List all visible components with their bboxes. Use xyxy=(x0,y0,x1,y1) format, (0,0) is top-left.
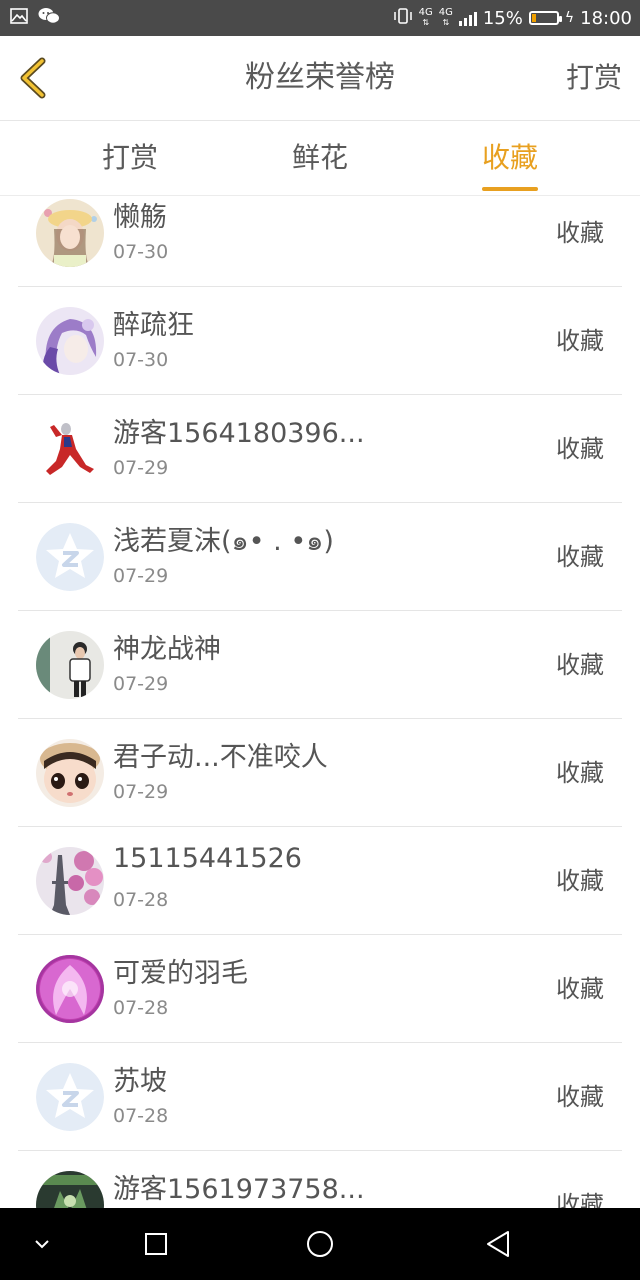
ultraman-avatar xyxy=(36,415,104,483)
page-title: 粉丝荣誉榜 xyxy=(245,60,395,95)
action-type: 收藏 xyxy=(556,543,604,571)
battery-percent: 15% xyxy=(482,7,523,29)
list-item[interactable]: 苏坡 07-28 收藏 xyxy=(0,1043,640,1151)
back-triangle-icon xyxy=(487,1231,509,1257)
fan-date: 07-29 xyxy=(113,781,169,803)
charging-icon: ϟ xyxy=(564,10,575,26)
action-type: 收藏 xyxy=(556,1083,604,1111)
fan-date: 07-30 xyxy=(113,349,169,371)
fan-name: 15115441526 xyxy=(113,843,302,874)
fan-name: 游客1564180396... xyxy=(113,418,365,449)
fan-name: 可爱的羽毛 xyxy=(113,958,248,989)
fan-date: 07-30 xyxy=(113,241,169,263)
tab-flowers[interactable]: 鲜花 xyxy=(250,121,390,195)
reward-button[interactable]: 打赏 xyxy=(566,36,622,120)
clock: 18:00 xyxy=(580,7,632,29)
tab-favorites-label: 收藏 xyxy=(481,141,538,174)
action-type: 收藏 xyxy=(556,435,604,463)
game-poster-avatar xyxy=(36,1171,104,1208)
wechat-icon xyxy=(38,7,60,29)
fan-name: 懒觞 xyxy=(113,202,167,233)
action-type: 收藏 xyxy=(556,327,604,355)
default-qq-avatar xyxy=(36,523,104,591)
fan-date: 07-28 xyxy=(113,889,169,911)
fan-date: 07-29 xyxy=(113,457,169,479)
status-bar: 4G ⇅ 4G ⇅ 15% ϟ 18:00 xyxy=(0,0,640,36)
recent-apps-icon xyxy=(145,1233,167,1255)
avatar[interactable] xyxy=(36,955,104,1023)
default-qq-avatar xyxy=(36,1063,104,1131)
tab-bar: 打赏 鲜花 收藏 xyxy=(0,121,640,196)
doll-face-avatar xyxy=(36,739,104,807)
fan-name: 君子动...不准咬人 xyxy=(113,742,328,773)
fan-name: 浅若夏沫(๑• . •๑) xyxy=(113,526,334,557)
action-type: 收藏 xyxy=(556,975,604,1003)
active-tab-indicator xyxy=(482,187,538,191)
list-item[interactable]: 懒觞 07-30 收藏 xyxy=(0,196,640,287)
battery-icon xyxy=(528,11,562,25)
boy-photo-avatar xyxy=(36,631,104,699)
home-button[interactable] xyxy=(296,1220,344,1268)
chevron-down-icon xyxy=(35,1240,49,1249)
action-type: 收藏 xyxy=(556,1191,604,1208)
action-type: 收藏 xyxy=(556,651,604,679)
fan-name: 游客1561973758... xyxy=(113,1174,365,1205)
list-item[interactable]: 游客1561973758... 收藏 xyxy=(0,1151,640,1208)
eiffel-blossom-avatar xyxy=(36,847,104,915)
list-item[interactable]: 15115441526 07-28 收藏 xyxy=(0,827,640,935)
signal-icon xyxy=(458,10,477,26)
avatar[interactable] xyxy=(36,199,104,267)
avatar[interactable] xyxy=(36,1063,104,1131)
fan-list[interactable]: 懒觞 07-30 收藏 醉疏狂 07-30 收藏 游客1564180396...… xyxy=(0,196,640,1208)
list-item[interactable]: 游客1564180396... 07-29 收藏 xyxy=(0,395,640,503)
list-item[interactable]: 神龙战神 07-29 收藏 xyxy=(0,611,640,719)
home-icon xyxy=(307,1231,333,1257)
avatar[interactable] xyxy=(36,739,104,807)
pink-feather-avatar xyxy=(36,955,104,1023)
action-type: 收藏 xyxy=(556,759,604,787)
fan-date: 07-29 xyxy=(113,565,169,587)
vibrate-icon xyxy=(393,7,413,30)
avatar[interactable] xyxy=(36,847,104,915)
recent-apps-button[interactable] xyxy=(132,1220,180,1268)
hide-nav-button[interactable] xyxy=(18,1220,66,1268)
system-nav-bar xyxy=(0,1208,640,1280)
action-type: 收藏 xyxy=(556,219,604,247)
tab-reward[interactable]: 打赏 xyxy=(60,121,200,195)
network-type: 4G ⇅ xyxy=(418,7,433,28)
list-item[interactable]: 君子动...不准咬人 07-29 收藏 xyxy=(0,719,640,827)
chevron-left-icon xyxy=(20,57,46,99)
app-header: 粉丝荣誉榜 打赏 xyxy=(0,36,640,121)
tab-favorites[interactable]: 收藏 xyxy=(440,121,580,195)
network-type-2: 4G ⇅ xyxy=(438,7,453,28)
fan-date: 07-28 xyxy=(113,1105,169,1127)
system-back-button[interactable] xyxy=(474,1220,522,1268)
avatar[interactable] xyxy=(36,307,104,375)
back-button[interactable] xyxy=(14,56,58,100)
avatar[interactable] xyxy=(36,1171,104,1208)
avatar[interactable] xyxy=(36,523,104,591)
fan-date: 07-28 xyxy=(113,997,169,1019)
fan-date: 07-29 xyxy=(113,673,169,695)
list-item[interactable]: 可爱的羽毛 07-28 收藏 xyxy=(0,935,640,1043)
avatar[interactable] xyxy=(36,631,104,699)
anime-purple-hair-avatar xyxy=(36,307,104,375)
avatar[interactable] xyxy=(36,415,104,483)
fan-name: 苏坡 xyxy=(113,1066,167,1097)
gallery-icon xyxy=(10,8,28,28)
list-item[interactable]: 醉疏狂 07-30 收藏 xyxy=(0,287,640,395)
fan-name: 神龙战神 xyxy=(113,634,221,665)
girl-hat-avatar xyxy=(36,199,104,267)
fan-name: 醉疏狂 xyxy=(113,310,194,341)
action-type: 收藏 xyxy=(556,867,604,895)
list-item[interactable]: 浅若夏沫(๑• . •๑) 07-29 收藏 xyxy=(0,503,640,611)
